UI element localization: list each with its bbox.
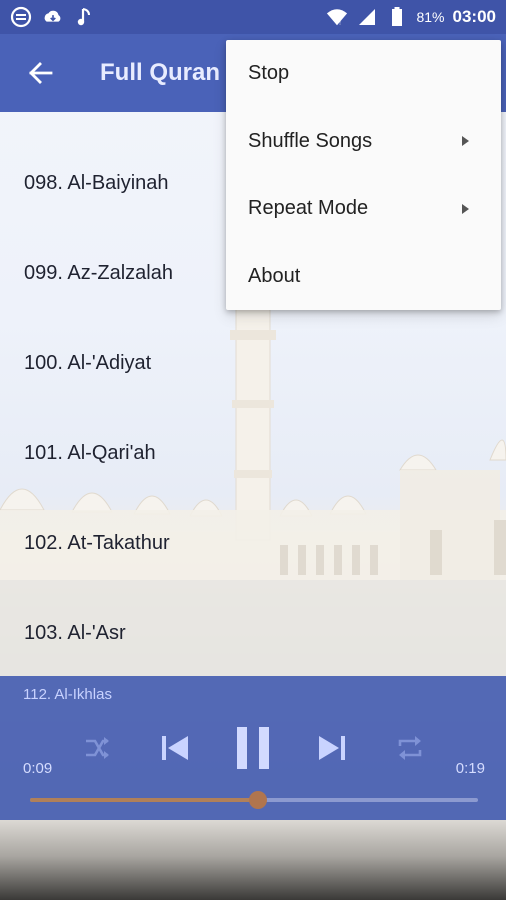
cloud-download-icon bbox=[42, 6, 64, 28]
battery-percent: 81% bbox=[416, 9, 445, 25]
list-item-label: 100. Al-'Adiyat bbox=[24, 351, 152, 374]
clock: 03:00 bbox=[452, 7, 496, 26]
repeat-button[interactable] bbox=[393, 728, 427, 768]
repeat-icon bbox=[398, 736, 422, 760]
overflow-menu: Stop Shuffle Songs Repeat Mode About bbox=[226, 40, 501, 310]
seek-bar[interactable] bbox=[30, 791, 478, 809]
menu-item-repeat-mode[interactable]: Repeat Mode bbox=[226, 175, 501, 243]
signal-icon bbox=[356, 6, 378, 28]
list-item[interactable]: 103. Al-'Asr bbox=[0, 588, 506, 678]
menu-item-label: About bbox=[248, 264, 301, 287]
skip-next-icon bbox=[319, 736, 345, 760]
list-item-label: 101. Al-Qari'ah bbox=[24, 441, 156, 464]
list-item-label: 098. Al-Baiyinah bbox=[24, 171, 169, 194]
menu-item-label: Repeat Mode bbox=[248, 197, 369, 220]
list-item-label: 102. At-Takathur bbox=[24, 531, 170, 554]
svg-text:!: ! bbox=[339, 17, 341, 26]
wifi-icon: ! bbox=[326, 6, 348, 28]
skip-previous-icon bbox=[162, 736, 188, 760]
list-item[interactable]: 100. Al-'Adiyat bbox=[0, 318, 506, 408]
shuffle-icon bbox=[86, 737, 109, 759]
elapsed-time: 0:09 bbox=[23, 760, 53, 777]
app-title: Full Quran bbox=[100, 59, 220, 86]
previous-button[interactable] bbox=[158, 728, 192, 768]
now-playing-title: 112. Al-Ikhlas bbox=[23, 686, 112, 703]
status-bar: ! 81% 03:00 bbox=[0, 0, 506, 34]
next-button[interactable] bbox=[315, 728, 349, 768]
total-time: 0:19 bbox=[455, 760, 485, 777]
list-item[interactable]: 101. Al-Qari'ah bbox=[0, 408, 506, 498]
submenu-arrow-icon bbox=[462, 136, 469, 147]
pause-icon bbox=[237, 727, 269, 769]
pause-button[interactable] bbox=[233, 726, 273, 770]
list-item-label: 103. Al-'Asr bbox=[24, 621, 126, 644]
arrow-back-icon bbox=[29, 62, 53, 84]
shuffle-button[interactable] bbox=[80, 728, 114, 768]
list-item[interactable]: 102. At-Takathur bbox=[0, 498, 506, 588]
list-item-label: 099. Az-Zalzalah bbox=[24, 261, 173, 284]
seek-progress bbox=[30, 798, 259, 802]
menu-item-stop[interactable]: Stop bbox=[226, 40, 501, 108]
menu-item-label: Shuffle Songs bbox=[248, 129, 373, 152]
battery-icon bbox=[386, 6, 408, 28]
menu-item-label: Stop bbox=[248, 62, 290, 85]
menu-item-about[interactable]: About bbox=[226, 243, 501, 311]
menu-item-shuffle-songs[interactable]: Shuffle Songs bbox=[226, 108, 501, 176]
seek-thumb[interactable] bbox=[249, 791, 268, 809]
player-panel: 112. Al-Ikhlas 0:09 0:19 bbox=[0, 676, 506, 820]
sync-icon bbox=[10, 6, 32, 28]
music-note-icon bbox=[74, 6, 96, 28]
submenu-arrow-icon bbox=[462, 203, 469, 214]
background-floor bbox=[0, 820, 506, 900]
back-button[interactable] bbox=[22, 55, 58, 91]
